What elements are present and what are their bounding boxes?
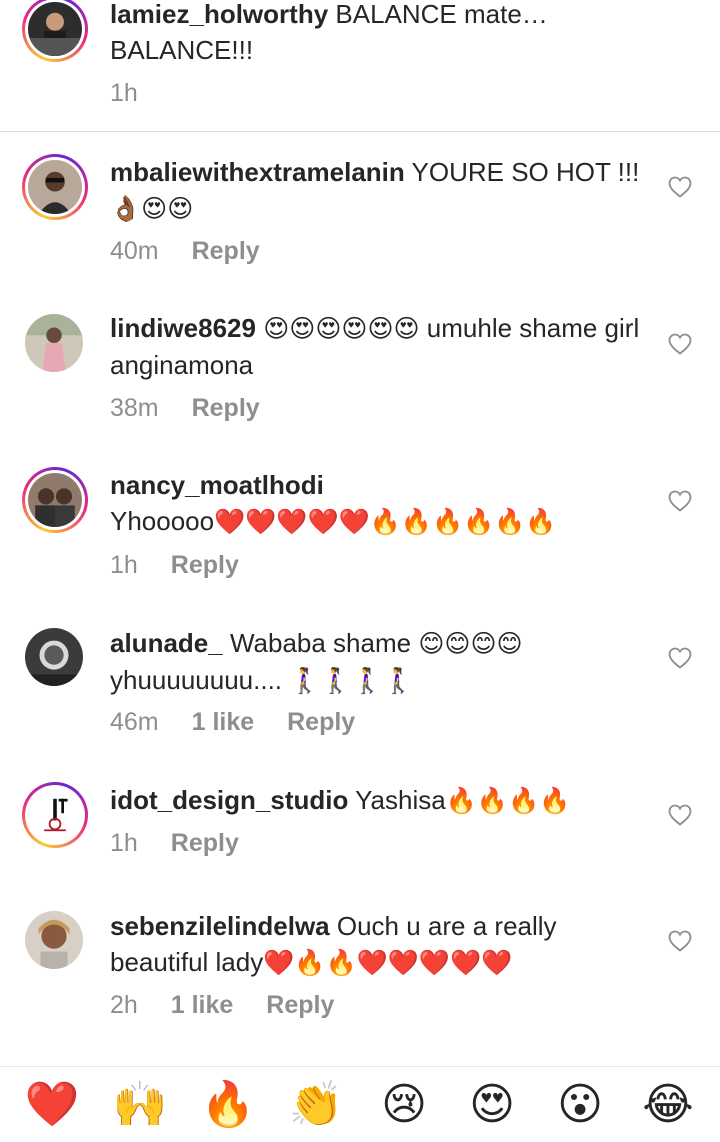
avatar[interactable] <box>22 0 88 62</box>
comment-text: nancy_moatlhodi Yhooooo❤️❤️❤️❤️❤️🔥🔥🔥🔥🔥🔥 <box>110 467 650 540</box>
comment-emoji: ❤️🔥🔥❤️❤️❤️❤️❤️ <box>263 948 513 977</box>
comment-time: 40m <box>110 237 159 265</box>
comment-text: mbaliewithextramelanin YOURE SO HOT !!! … <box>110 154 650 227</box>
comment-emoji: 🔥🔥🔥🔥 <box>445 786 571 815</box>
comment-time: 46m <box>110 708 159 736</box>
comment-username[interactable]: idot_design_studio <box>110 785 348 815</box>
surprised-face-reaction-icon[interactable]: 😮 <box>540 1075 620 1135</box>
like-count[interactable]: 1 like <box>171 991 234 1019</box>
avatar[interactable] <box>25 911 83 969</box>
comment-meta: 38m Reply <box>110 393 286 423</box>
red-heart-reaction-icon[interactable]: ❤️ <box>12 1075 92 1135</box>
comment-username[interactable]: lamiez_holworthy <box>110 0 328 29</box>
comment-username[interactable]: alunade_ <box>110 628 223 658</box>
comment-meta: 1h Reply <box>110 828 265 858</box>
comment-emoji: 👌🏾😍😍 <box>110 194 194 223</box>
comment-meta: 1h <box>110 78 164 108</box>
like-heart-icon[interactable] <box>668 176 692 198</box>
comment-time: 1h <box>110 79 138 107</box>
comment-body: YOURE SO HOT !!! <box>411 157 640 187</box>
comment-body: Yashisa <box>355 785 446 815</box>
comment-meta: 2h 1 like Reply <box>110 990 360 1020</box>
comment-text: lindiwe8629 😍😍😍😍😍😍 umuhle shame girl ang… <box>110 310 650 383</box>
comment-username[interactable]: nancy_moatlhodi <box>110 470 324 500</box>
comment-emoji: 😍😍😍😍😍😍 <box>263 314 420 343</box>
comment-time: 1h <box>110 551 138 579</box>
reply-button[interactable]: Reply <box>287 708 355 736</box>
comment-body-continued: yhuuuuuuuu.... <box>110 665 290 695</box>
comment-meta: 40m Reply <box>110 236 286 266</box>
like-heart-icon[interactable] <box>668 490 692 512</box>
comment-username[interactable]: lindiwe8629 <box>110 313 256 343</box>
avatar[interactable] <box>25 628 83 686</box>
comment-text: sebenzilelindelwa Ouch u are a really be… <box>110 908 650 981</box>
divider <box>0 131 720 132</box>
laughing-tears-reaction-icon[interactable]: 😂 <box>628 1075 708 1135</box>
comment-time: 2h <box>110 991 138 1019</box>
comment-emoji-continued: 🚶‍♀️🚶‍♀️🚶‍♀️🚶‍♀️ <box>289 666 414 695</box>
quick-reaction-bar: ❤️ 🙌 🔥 👏 😢 😍 😮 😂 <box>0 1067 720 1142</box>
reply-button[interactable]: Reply <box>266 991 334 1019</box>
comment-meta: 46m 1 like Reply <box>110 707 381 737</box>
like-count[interactable]: 1 like <box>192 708 255 736</box>
raising-hands-reaction-icon[interactable]: 🙌 <box>100 1075 180 1135</box>
crying-face-reaction-icon[interactable]: 😢 <box>364 1075 444 1135</box>
avatar[interactable] <box>25 314 83 372</box>
avatar[interactable] <box>22 782 88 848</box>
reply-button[interactable]: Reply <box>171 829 239 857</box>
avatar[interactable] <box>22 154 88 220</box>
comment-emoji: ❤️❤️❤️❤️❤️🔥🔥🔥🔥🔥🔥 <box>214 507 557 536</box>
comment-time: 38m <box>110 394 159 422</box>
comment-body: Yhooooo <box>110 506 215 536</box>
comment-username[interactable]: sebenzilelindelwa <box>110 911 330 941</box>
comment-text: idot_design_studio Yashisa🔥🔥🔥🔥 <box>110 782 650 819</box>
heart-eyes-reaction-icon[interactable]: 😍 <box>452 1075 532 1135</box>
reply-button[interactable]: Reply <box>192 394 260 422</box>
comment-username[interactable]: mbaliewithextramelanin <box>110 157 405 187</box>
like-heart-icon[interactable] <box>668 647 692 669</box>
comment-body: Wababa shame <box>229 628 419 658</box>
like-heart-icon[interactable] <box>668 333 692 355</box>
fire-reaction-icon[interactable]: 🔥 <box>188 1075 268 1135</box>
comment-emoji: 😊😊😊😊 <box>418 629 523 658</box>
clapping-hands-reaction-icon[interactable]: 👏 <box>276 1075 356 1135</box>
reply-button[interactable]: Reply <box>171 551 239 579</box>
comment-text: lamiez_holworthy BALANCE mate… BALANCE!!… <box>110 0 650 68</box>
like-heart-icon[interactable] <box>668 930 692 952</box>
comment-text: alunade_ Wababa shame 😊😊😊😊 yhuuuuuuuu...… <box>110 625 650 699</box>
avatar[interactable] <box>22 467 88 533</box>
comment-time: 1h <box>110 829 138 857</box>
comment-meta: 1h Reply <box>110 550 265 580</box>
reply-button[interactable]: Reply <box>192 237 260 265</box>
like-heart-icon[interactable] <box>668 804 692 826</box>
